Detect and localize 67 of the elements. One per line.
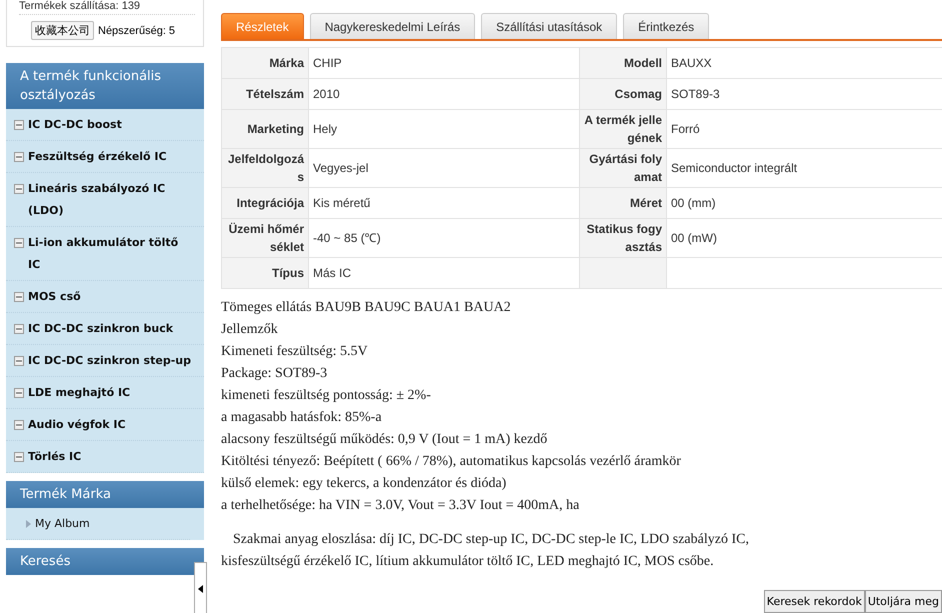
tab[interactable]: Érintkezés (623, 13, 710, 39)
spec-label: Márka (222, 48, 308, 78)
sidebar-item[interactable]: Törlés IC (6, 441, 204, 473)
spec-value: -40 ~ 85 (℃) (308, 218, 580, 258)
floating-button[interactable]: Keresek rekordok (764, 590, 865, 613)
spec-value: Vegyes-jel (308, 148, 580, 188)
sidebar-item[interactable]: Li-ion akkumulátor töltő IC (6, 227, 204, 281)
sidebar-item[interactable]: IC DC-DC boost (6, 109, 204, 141)
description-line: Package: SOT89-3 (221, 365, 328, 383)
spec-value: Hely (308, 110, 580, 148)
spec-label: Gyártási folyamat (580, 148, 666, 188)
section-heading: Keresés (6, 548, 204, 575)
sidebar-item[interactable]: Lineáris szabályozó IC (LDO) (6, 173, 204, 227)
spec-value: Más IC (308, 258, 580, 288)
sidebar-item[interactable]: LDE meghajtó IC (6, 377, 204, 409)
popularity-text: Népszerűség: 5 (98, 24, 176, 36)
description-line: a magasabb hatásfok: 85%-a (221, 409, 383, 427)
description-line: kimeneti feszültség pontosság: ± 2%- (221, 387, 432, 405)
right-triangle-icon (26, 520, 31, 528)
sidebar-item[interactable]: MOS cső (6, 281, 204, 313)
spec-label: Modell (580, 48, 666, 78)
spec-value: Kis méretű (308, 188, 580, 218)
spec-label: Integrációja (222, 188, 308, 218)
description-line: Jellemzők (221, 321, 279, 339)
minus-icon (14, 420, 24, 430)
description-line: a terhelhetősége: ha VIN = 3.0V, Vout = 3.3V Iout = 400mA, ha (221, 497, 580, 515)
minus-icon (14, 452, 24, 462)
spec-label: Méret (580, 188, 666, 218)
sidebar-item[interactable]: Audio végfok IC (6, 409, 204, 441)
minus-icon (14, 152, 24, 162)
tab[interactable]: Nagykereskedelmi Leírás (310, 13, 476, 39)
floating-button[interactable]: Utoljára meg (864, 590, 942, 613)
left-triangle-icon (198, 584, 203, 592)
spec-label: Jelfeldolgozás (222, 148, 308, 188)
spec-label: Statikus fogyasztás (580, 218, 666, 258)
favorite-company-button[interactable]: 收藏本公司 (31, 21, 94, 40)
tab[interactable]: Szállítási utasítások (481, 13, 618, 39)
section-heading: Termék Márka (6, 481, 204, 508)
spec-value: 2010 (308, 78, 580, 110)
section-heading: A termék funkcionális osztályozás (6, 63, 204, 109)
shipped-count-text: Termékek szállítása: 139 (19, 0, 195, 15)
minus-icon (14, 324, 24, 334)
description-line: Tömeges ellátás BAU9B BAU9C BAUA1 BAUA2 (221, 299, 512, 317)
spec-label: Csomag (580, 78, 666, 110)
description-paragraph: Szakmai anyag eloszlása: díj IC, DC-DC step-up IC, DC-DC step-le IC, LDO szabályzó IC, kisfeszültségű érzékelő IC, lítium akkumulátor töltő IC, LED meghajtó IC, MOS csőbe. (221, 531, 750, 571)
minus-icon (14, 292, 24, 302)
spec-label: A termék jellegének (580, 110, 666, 148)
description-line: külső elemek: egy tekercs, a kondenzátor és dióda) (221, 475, 508, 493)
description-line: Kimeneti feszültség: 5.5V (221, 343, 369, 361)
description-line: alacsony feszültségű működés: 0,9 V (Iout = 1 mA) kezdő (221, 431, 548, 449)
spec-label: Típus (222, 258, 308, 288)
sidebar-toggle[interactable] (194, 562, 207, 613)
description-line: Kitöltési tényező: Beépített ( 66% / 78%), automatikus kapcsolás vezérlő áramkör (221, 453, 682, 471)
minus-icon (14, 120, 24, 130)
sidebar-item[interactable]: Feszültség érzékelő IC (6, 141, 204, 173)
minus-icon (14, 388, 24, 398)
spec-label: Üzemi hőmérséklet (222, 218, 308, 258)
spec-value: BAUXX (666, 48, 942, 78)
sidebar-item[interactable]: IC DC-DC szinkron buck (6, 313, 204, 345)
spec-label: Marketing (222, 110, 308, 148)
minus-icon (14, 356, 24, 366)
sidebar-item[interactable]: IC DC-DC szinkron step-up (6, 345, 204, 377)
sidebar-item[interactable]: My Album (6, 508, 190, 540)
spec-label: Tételszám (222, 78, 308, 110)
spec-value: CHIP (308, 48, 580, 78)
minus-icon (14, 184, 24, 194)
minus-icon (14, 238, 24, 248)
